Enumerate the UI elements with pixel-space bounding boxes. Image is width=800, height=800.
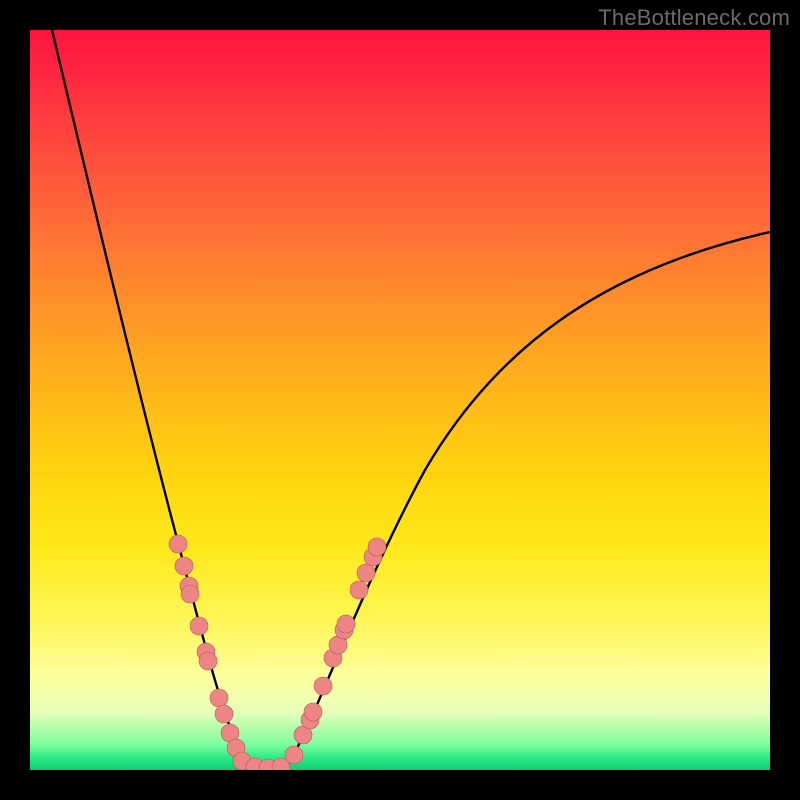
dot <box>368 538 386 556</box>
dot <box>175 557 193 575</box>
dot <box>357 564 375 582</box>
dot <box>215 705 233 723</box>
dot <box>314 677 332 695</box>
dot <box>350 581 368 599</box>
dot <box>337 615 355 633</box>
dot <box>285 746 303 764</box>
dot <box>210 689 228 707</box>
dot <box>169 535 187 553</box>
dot <box>199 652 217 670</box>
main-curve <box>52 30 770 768</box>
dot <box>181 585 199 603</box>
dot <box>304 703 322 721</box>
dot <box>190 617 208 635</box>
sample-dots <box>169 535 386 770</box>
curve-svg <box>30 30 770 770</box>
chart-frame: TheBottleneck.com <box>0 0 800 800</box>
watermark-text: TheBottleneck.com <box>598 5 790 31</box>
plot-area <box>30 30 770 770</box>
